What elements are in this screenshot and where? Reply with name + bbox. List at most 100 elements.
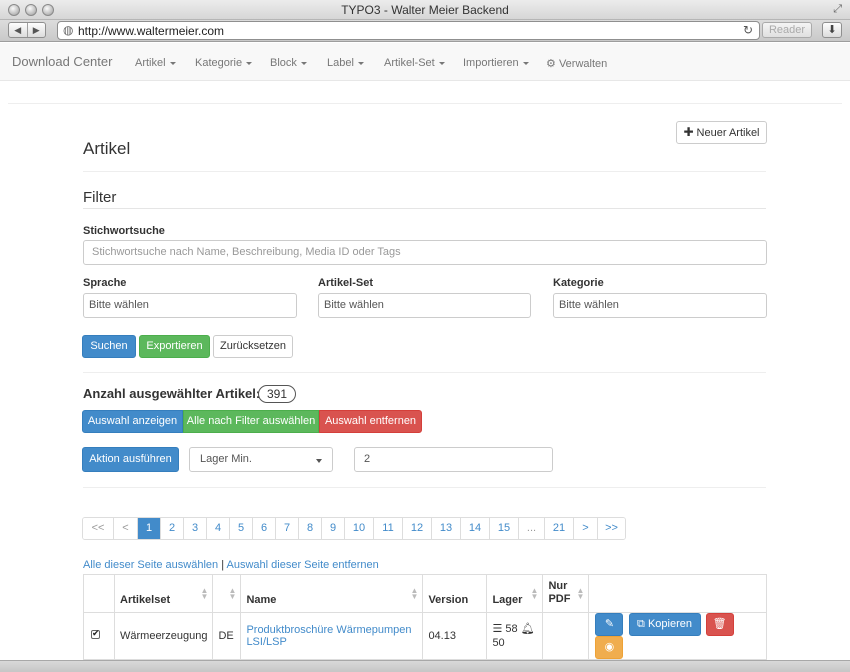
action-value-input[interactable]: 2: [354, 447, 553, 472]
reader-button[interactable]: Reader: [762, 22, 812, 38]
history-buttons: ◀ ▶: [8, 22, 46, 38]
browser-toolbar: ◀ ▶ ◍ http://www.waltermeier.com ↻ Reade…: [0, 20, 850, 42]
header-language[interactable]: ▲ ▼: [212, 574, 242, 613]
browser-statusbar: [0, 660, 850, 672]
header-version[interactable]: Version: [422, 574, 488, 613]
keyword-search-input[interactable]: Stichwortsuche nach Name, Beschreibung, …: [83, 240, 767, 265]
page-link[interactable]: 21: [544, 518, 573, 539]
nav-label: Kategorie: [195, 57, 243, 69]
nav-artikel[interactable]: Artikel: [135, 57, 176, 69]
page-link[interactable]: 5: [229, 518, 252, 539]
new-article-button[interactable]: ✚ Neuer Artikel: [676, 121, 767, 144]
filter-title: Filter: [83, 189, 117, 206]
row-lager: ☰ 58 🔔︎ 50: [486, 612, 544, 660]
article-name-link[interactable]: Produktbroschüre Wärmepumpen LSI/LSP: [246, 624, 411, 648]
page-link[interactable]: 9: [321, 518, 344, 539]
divider: [83, 208, 766, 209]
eye-icon: ◉: [604, 641, 615, 653]
downloads-icon[interactable]: ⬇: [822, 22, 842, 38]
page-link[interactable]: <: [113, 518, 137, 539]
nav-label: Importieren: [463, 57, 519, 69]
remove-selection-button[interactable]: Auswahl entfernen: [319, 410, 422, 433]
page-link[interactable]: 2: [160, 518, 183, 539]
caret-down-icon: [357, 61, 364, 65]
window-titlebar: TYPO3 - Walter Meier Backend ⤢: [0, 0, 850, 20]
page-link[interactable]: 6: [252, 518, 275, 539]
nav-kategorie[interactable]: Kategorie: [195, 57, 253, 69]
back-button[interactable]: ◀: [9, 23, 28, 37]
chevron-down-icon: [316, 459, 322, 463]
bell-icon: 🔔︎: [520, 623, 535, 635]
sprache-label: Sprache: [83, 277, 127, 289]
artikelset-select[interactable]: Bitte wählen: [318, 293, 531, 318]
reset-button[interactable]: Zurücksetzen: [213, 335, 293, 358]
row-checkbox[interactable]: [91, 628, 100, 639]
select-page-link[interactable]: Alle dieser Seite auswählen: [83, 559, 218, 571]
header-nur-pdf[interactable]: Nur PDF ▲ ▼: [542, 574, 590, 613]
forward-button[interactable]: ▶: [28, 23, 46, 37]
page-link[interactable]: >>: [597, 518, 625, 539]
page-link[interactable]: >: [573, 518, 597, 539]
page-link[interactable]: 13: [431, 518, 460, 539]
select-all-filter-button[interactable]: Alle nach Filter auswählen: [183, 410, 319, 433]
header-name[interactable]: Name ▲ ▼: [240, 574, 424, 613]
nav-block[interactable]: Block: [270, 57, 307, 69]
action-select[interactable]: Lager Min.: [189, 447, 333, 472]
page-link[interactable]: ...: [518, 518, 544, 539]
header-label: Artikelset: [120, 594, 171, 606]
page-link[interactable]: 12: [402, 518, 431, 539]
header-label: PDF: [548, 593, 571, 605]
row-actions: ✎ ⧉ Kopieren 🗑︎ ◉: [588, 612, 767, 660]
deselect-page-link[interactable]: Auswahl dieser Seite entfernen: [227, 559, 379, 571]
page-title: Artikel: [83, 139, 131, 158]
execute-action-button[interactable]: Aktion ausführen: [82, 447, 179, 472]
artikelset-label: Artikel-Set: [318, 277, 374, 289]
page-link[interactable]: 11: [373, 518, 402, 539]
nav-label: Artikel: [135, 57, 166, 69]
page-link[interactable]: 15: [489, 518, 518, 539]
reload-icon[interactable]: ↻: [743, 23, 753, 37]
copy-button[interactable]: ⧉ Kopieren: [628, 613, 701, 636]
divider: [83, 171, 766, 172]
export-button[interactable]: Exportieren: [139, 335, 210, 358]
header-select: [83, 574, 115, 613]
articles-table: Artikelset ▲ ▼ ▲ ▼ Name ▲ ▼ Version Lager ▲ ▼ N…: [83, 574, 767, 660]
sprache-select[interactable]: Bitte wählen: [83, 293, 297, 318]
min-stock-value: 50: [492, 637, 505, 649]
brand-link[interactable]: Download Center: [12, 54, 112, 69]
header-label: Nur: [548, 580, 568, 592]
page-link[interactable]: 1: [137, 518, 160, 539]
search-button[interactable]: Suchen: [82, 335, 136, 358]
view-button[interactable]: ◉: [595, 636, 624, 659]
nav-label-menu[interactable]: Label: [327, 57, 364, 69]
nav-importieren[interactable]: Importieren: [463, 57, 529, 69]
nav-verwalten[interactable]: ⚙ Verwalten: [546, 57, 607, 70]
delete-button[interactable]: 🗑︎: [705, 613, 734, 636]
header-lager[interactable]: Lager ▲ ▼: [486, 574, 544, 613]
page-link[interactable]: <<: [83, 518, 113, 539]
nav-label: Artikel-Set: [384, 57, 435, 69]
edit-button[interactable]: ✎: [595, 613, 624, 636]
sort-icon: ▲ ▼: [530, 586, 539, 601]
page-link[interactable]: 7: [275, 518, 298, 539]
page-link[interactable]: 10: [344, 518, 373, 539]
nav-label: Block: [270, 57, 297, 69]
app-navbar: Download Center Artikel Kategorie Block …: [0, 43, 850, 81]
page-link[interactable]: 14: [460, 518, 489, 539]
kategorie-label: Kategorie: [553, 277, 604, 289]
page-link[interactable]: 3: [183, 518, 206, 539]
copy-icon: ⧉: [637, 618, 645, 630]
page-link[interactable]: 4: [206, 518, 229, 539]
address-bar[interactable]: ◍ http://www.waltermeier.com ↻: [57, 21, 760, 40]
show-selection-button[interactable]: Auswahl anzeigen: [82, 410, 183, 433]
header-artikelset[interactable]: Artikelset ▲ ▼: [113, 574, 214, 613]
button-label: Neuer Artikel: [696, 127, 760, 139]
trash-icon: 🗑︎: [712, 618, 727, 630]
row-select-cell: [83, 612, 115, 660]
nav-artikel-set[interactable]: Artikel-Set: [384, 57, 445, 69]
url-text[interactable]: http://www.waltermeier.com: [78, 24, 224, 38]
fullscreen-icon[interactable]: ⤢: [833, 3, 842, 16]
kategorie-select[interactable]: Bitte wählen: [553, 293, 767, 318]
plus-icon: ✚: [683, 125, 694, 139]
page-link[interactable]: 8: [298, 518, 321, 539]
